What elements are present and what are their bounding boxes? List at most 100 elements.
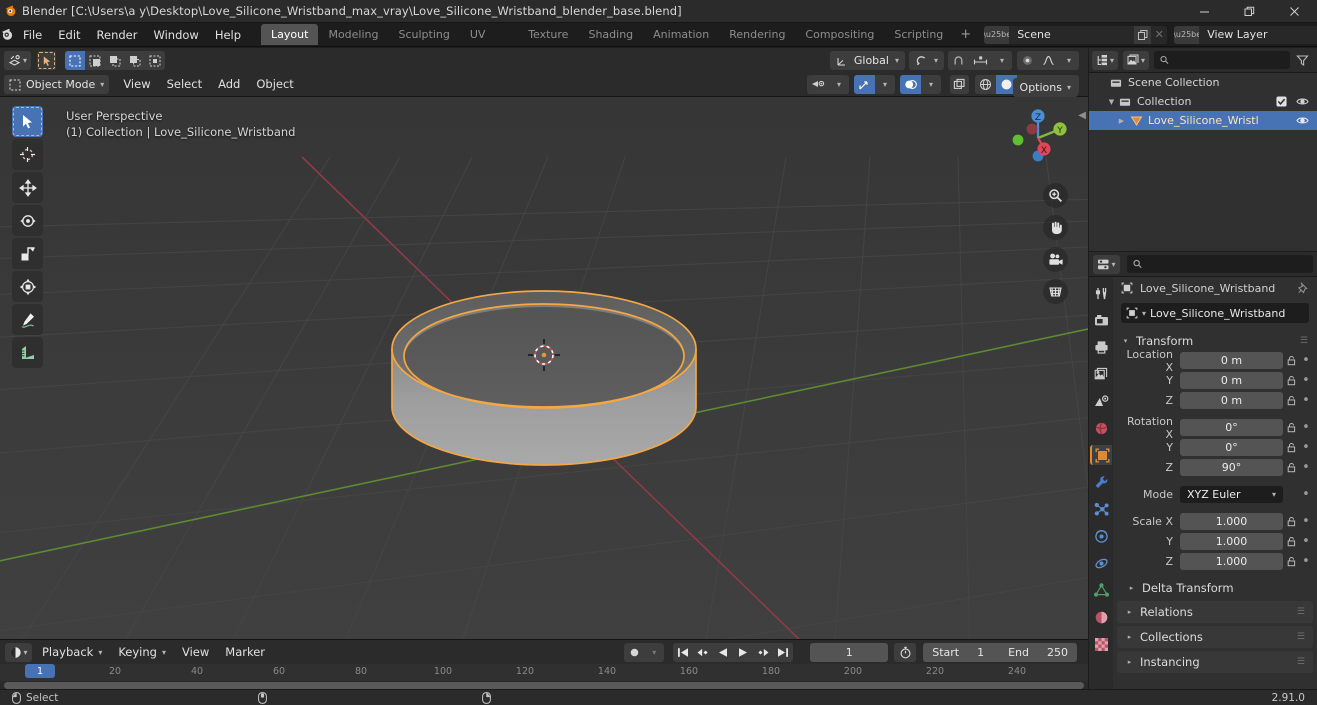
lock-location-z-icon[interactable]	[1283, 395, 1299, 406]
sidebar-toggle-arrow-icon[interactable]: ◀	[1078, 110, 1086, 121]
workspace-tab-sculpting[interactable]: Sculpting	[389, 24, 460, 45]
scale-x-field[interactable]: 1.000	[1180, 513, 1283, 530]
properties-tab-modifier[interactable]	[1090, 472, 1112, 492]
tool-cursor[interactable]	[12, 139, 43, 170]
expand-triangle-icon[interactable]: ▼	[1107, 98, 1116, 106]
pan-hand-icon[interactable]	[1043, 215, 1068, 240]
animate-rotation-x-dot[interactable]: •	[1299, 420, 1313, 435]
properties-tab-view-layer[interactable]	[1090, 364, 1112, 384]
maximize-restore-button[interactable]	[1227, 0, 1272, 23]
zoom-icon[interactable]	[1043, 183, 1068, 208]
transform-orientation-dropdown[interactable]: Global ▾	[829, 51, 905, 70]
animate-scale-z-dot[interactable]: •	[1299, 554, 1313, 569]
scene-icon[interactable]: \u25be	[984, 25, 1011, 44]
lock-scale-x-icon[interactable]	[1283, 516, 1299, 527]
falloff-curve-icon[interactable]	[1038, 51, 1059, 70]
location-z-field[interactable]: 0 m	[1180, 392, 1283, 409]
workspace-tab-compositing[interactable]: Compositing	[795, 24, 884, 45]
add-workspace-button[interactable]: +	[953, 23, 978, 47]
select-subtract-icon[interactable]	[105, 51, 125, 70]
gizmo-icon[interactable]	[854, 75, 875, 94]
viewport-menu-view[interactable]: View	[115, 75, 158, 94]
object-name-field[interactable]: ▾ Love_Silicone_Wristband	[1121, 303, 1309, 323]
select-invert-icon[interactable]	[125, 51, 145, 70]
snap-increment-icon[interactable]	[969, 51, 992, 70]
toggle-xray-icon[interactable]	[950, 75, 969, 94]
outliner-row-scene-collection[interactable]: Scene Collection	[1089, 73, 1317, 92]
rotation-mode-dropdown[interactable]: XYZ Euler ▾	[1180, 486, 1283, 503]
rotation-z-field[interactable]: 90°	[1180, 459, 1283, 476]
animate-scale-x-dot[interactable]: •	[1299, 514, 1313, 529]
properties-editor-icon[interactable]: ▾	[1093, 254, 1120, 274]
relations-panel-header[interactable]: ▸ Relations ☰	[1117, 601, 1313, 623]
properties-tab-material[interactable]	[1090, 607, 1112, 627]
toggle-perspective-icon[interactable]	[1043, 279, 1068, 304]
location-y-field[interactable]: 0 m	[1180, 372, 1283, 389]
chevron-down-icon[interactable]: ▾	[992, 51, 1012, 70]
properties-tab-particles[interactable]	[1090, 499, 1112, 519]
new-scene-button[interactable]	[1134, 25, 1152, 44]
properties-tab-tool[interactable]	[1090, 283, 1112, 303]
menu-file[interactable]: File	[15, 23, 50, 47]
tool-rotate[interactable]	[12, 205, 43, 236]
properties-tab-scene[interactable]	[1090, 391, 1112, 411]
properties-tab-physics[interactable]	[1090, 526, 1112, 546]
workspace-tab-rendering[interactable]: Rendering	[719, 24, 795, 45]
lock-rotation-y-icon[interactable]	[1283, 442, 1299, 453]
overlays-icon[interactable]	[900, 75, 921, 94]
animate-location-x-dot[interactable]: •	[1299, 353, 1313, 368]
active-tool-cursor-icon[interactable]	[37, 51, 56, 70]
lock-location-x-icon[interactable]	[1283, 355, 1299, 366]
close-button[interactable]	[1272, 0, 1317, 23]
properties-search-field[interactable]	[1147, 258, 1307, 270]
timeline-editor-icon[interactable]: ▾	[5, 642, 32, 662]
tool-scale[interactable]	[12, 238, 43, 269]
lock-rotation-z-icon[interactable]	[1283, 462, 1299, 473]
view-layer-icon[interactable]: \u25be	[1174, 25, 1201, 44]
properties-tab-output[interactable]	[1090, 337, 1112, 357]
menu-window[interactable]: Window	[145, 23, 206, 47]
object-visibility-icon[interactable]	[807, 75, 829, 94]
animate-scale-y-dot[interactable]: •	[1299, 534, 1313, 549]
workspace-tab-uv-editing[interactable]: UV Editing	[460, 24, 518, 62]
collections-panel-header[interactable]: ▸ Collections ☰	[1117, 626, 1313, 648]
viewport-menu-object[interactable]: Object	[248, 75, 301, 94]
chevron-down-icon[interactable]: ▾	[1059, 51, 1079, 70]
properties-tab-texture[interactable]	[1090, 634, 1112, 654]
play-reverse-icon[interactable]	[713, 642, 734, 662]
magnet-icon[interactable]	[948, 51, 969, 70]
properties-tab-constraints[interactable]	[1090, 553, 1112, 573]
properties-tab-render[interactable]	[1090, 310, 1112, 330]
lock-scale-y-icon[interactable]	[1283, 536, 1299, 547]
lock-scale-z-icon[interactable]	[1283, 556, 1299, 567]
rotation-x-field[interactable]: 0°	[1180, 419, 1283, 436]
menu-render[interactable]: Render	[89, 23, 146, 47]
workspace-tab-animation[interactable]: Animation	[643, 24, 719, 45]
scene-name-field[interactable]: Scene	[1009, 25, 1135, 44]
eye-icon[interactable]	[1296, 96, 1309, 107]
chevron-down-icon[interactable]: ▾	[921, 75, 941, 94]
properties-search-input[interactable]	[1127, 255, 1313, 273]
timeline-menu-view[interactable]: View	[174, 643, 217, 662]
instancing-panel-header[interactable]: ▸ Instancing ☰	[1117, 651, 1313, 673]
jump-to-next-keyframe-icon[interactable]	[753, 642, 774, 662]
3d-viewport[interactable]: User Perspective (1) Collection | Love_S…	[0, 48, 1088, 639]
jump-to-end-icon[interactable]	[773, 642, 794, 662]
timeline-playhead[interactable]: 1	[25, 664, 55, 678]
timeline-ruler[interactable]: 20 40 60 80 100 120 140 160 180 200 220 …	[0, 664, 1088, 681]
outliner-row-collection[interactable]: ▼ Collection	[1089, 92, 1317, 111]
filter-id-icon[interactable]: ▾	[1123, 50, 1149, 70]
blender-menu-icon[interactable]	[0, 23, 15, 47]
viewport-menu-add[interactable]: Add	[210, 75, 248, 94]
properties-tab-world[interactable]	[1090, 418, 1112, 438]
record-icon[interactable]	[624, 643, 644, 662]
timeline-menu-keying[interactable]: Keying ▾	[110, 643, 174, 662]
view-layer-name-field[interactable]: View Layer	[1199, 25, 1317, 44]
properties-tab-object[interactable]	[1090, 445, 1112, 465]
filter-funnel-icon[interactable]	[1293, 51, 1312, 70]
end-frame-value[interactable]: 250	[1038, 643, 1077, 662]
scale-y-field[interactable]: 1.000	[1180, 533, 1283, 550]
camera-view-icon[interactable]	[1043, 247, 1068, 272]
snap-target-dropdown[interactable]: ▾	[908, 51, 944, 70]
shading-wireframe-icon[interactable]	[975, 75, 996, 94]
